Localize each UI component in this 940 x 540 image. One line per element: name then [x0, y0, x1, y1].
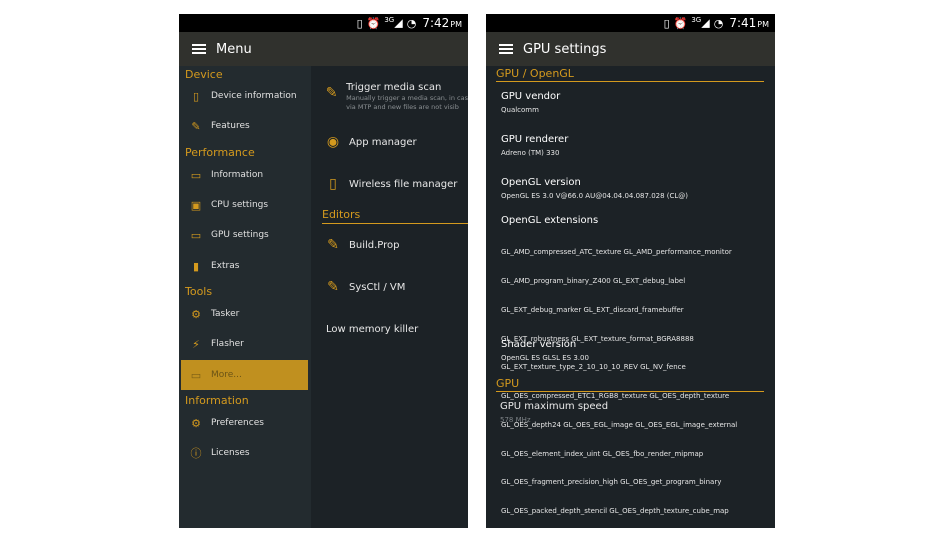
list-item-sysctl-vm[interactable]: ✎ SysCtl / VM	[311, 279, 468, 295]
extension-line: GL_OES_depth24 GL_OES_EGL_image GL_OES_E…	[501, 420, 738, 429]
shader-version-value: OpenGL ES GLSL ES 3.00	[501, 354, 589, 362]
drawer-section-information: Information	[185, 394, 249, 407]
navigation-drawer: Device ▯ Device information ✎ Features P…	[179, 66, 311, 528]
gpu-max-speed-value: 578 MHz	[500, 416, 531, 424]
more-tools-list: ✎ Trigger media scan Manually trigger a …	[311, 66, 468, 528]
list-item-wireless-file-manager[interactable]: ▯ Wireless file manager	[311, 176, 468, 192]
list-item-app-manager[interactable]: ◉ App manager	[311, 134, 468, 150]
drawer-item-extras[interactable]: ▮ Extras	[179, 252, 311, 280]
extension-line: GL_OES_fragment_precision_high GL_OES_ge…	[501, 478, 722, 487]
drawer-section-device: Device	[185, 68, 223, 81]
drawer-item-gpu-settings[interactable]: ▭ GPU settings	[179, 221, 311, 249]
section-header-editors: Editors	[322, 208, 361, 221]
drawer-item-flasher[interactable]: ⚡ Flasher	[179, 330, 311, 358]
status-time: 7:41PM	[729, 16, 769, 30]
drawer-item-tasker[interactable]: ⚙ Tasker	[179, 300, 311, 328]
drawer-item-licenses[interactable]: ⓘ Licenses	[179, 439, 311, 467]
section-divider	[496, 391, 764, 392]
extension-line: GL_OES_packed_depth_stencil GL_OES_depth…	[501, 507, 729, 516]
status-bar: ▯ ⏰ 3G◢ ◔ 7:42PM	[179, 14, 468, 32]
phone-icon: ▯	[329, 176, 337, 192]
shader-version-title: Shader version	[501, 339, 577, 350]
vibrate-icon: ▯	[663, 16, 670, 30]
section-divider	[322, 223, 468, 224]
gpu-max-speed-item[interactable]: GPU maximum speed	[500, 401, 608, 412]
media-scan-icon: ✎	[325, 85, 338, 101]
edit-icon: ✎	[327, 237, 339, 253]
section-header-gpu-opengl: GPU / OpenGL	[496, 67, 574, 80]
drawer-section-performance: Performance	[185, 146, 255, 159]
status-time: 7:42PM	[422, 16, 462, 30]
signal-icon: 3G◢	[384, 16, 403, 30]
vibrate-icon: ▯	[356, 16, 363, 30]
drawer-item-information[interactable]: ▭ Information	[179, 161, 311, 189]
hamburger-menu-icon[interactable]	[499, 44, 513, 54]
opengl-version-value: OpenGL ES 3.0 V@66.0 AU@04.04.04.087.028…	[501, 192, 689, 200]
list-item-trigger-media-scan[interactable]: ✎ Trigger media scan Manually trigger a …	[311, 82, 468, 111]
right-phone-screen: ▯ ⏰ 3G◢ ◔ 7:41PM GPU settings GPU / Open…	[486, 14, 775, 528]
gpu-renderer-value: Adreno (TM) 330	[501, 149, 560, 157]
phone-icon: ▯	[192, 89, 200, 103]
info-screen-icon: ▭	[190, 168, 202, 182]
more-icon: ▭	[190, 368, 202, 382]
gear-icon: ⚙	[191, 416, 201, 430]
battery-status-icon: ◔	[713, 16, 724, 30]
app-toolbar: Menu	[179, 32, 468, 66]
drawer-item-more[interactable]: ▭ More...	[181, 360, 308, 390]
opengl-extensions-title: OpenGL extensions	[501, 215, 599, 226]
drawer-item-preferences[interactable]: ⚙ Preferences	[179, 409, 311, 437]
status-bar: ▯ ⏰ 3G◢ ◔ 7:41PM	[486, 14, 775, 32]
app-toolbar: GPU settings	[486, 32, 775, 66]
gpu-vendor-value: Qualcomm	[501, 106, 539, 114]
edit-icon: ✎	[327, 279, 339, 295]
alarm-icon: ⏰	[366, 16, 381, 30]
android-icon: ◉	[326, 134, 340, 150]
hamburger-menu-icon[interactable]	[192, 44, 206, 54]
left-phone-screen: ▯ ⏰ 3G◢ ◔ 7:42PM Menu Device ▯ Device in…	[179, 14, 468, 528]
signal-icon: 3G◢	[691, 16, 710, 30]
list-item-low-memory-killer[interactable]: Low memory killer	[311, 324, 467, 335]
extension-line: GL_OES_element_index_uint GL_OES_fbo_ren…	[501, 449, 704, 458]
drawer-item-features[interactable]: ✎ Features	[179, 112, 311, 140]
gpu-vendor-title: GPU vendor	[501, 91, 561, 102]
toolbar-title: Menu	[216, 41, 252, 57]
flash-icon: ⚡	[192, 337, 200, 351]
extension-line: GL_EXT_debug_marker GL_EXT_discard_frame…	[501, 305, 684, 314]
monitor-icon: ▭	[190, 228, 202, 242]
opengl-extensions-list: GL_AMD_compressed_ATC_texture GL_AMD_per…	[501, 229, 737, 528]
drawer-item-cpu-settings[interactable]: ▣ CPU settings	[179, 191, 311, 219]
features-icon: ✎	[191, 119, 201, 133]
info-icon: ⓘ	[190, 447, 202, 460]
gears-icon: ⚙	[191, 307, 201, 321]
gpu-renderer-title: GPU renderer	[501, 134, 569, 145]
opengl-version-title: OpenGL version	[501, 177, 581, 188]
section-header-gpu: GPU	[496, 377, 520, 390]
battery-status-icon: ◔	[406, 16, 417, 30]
section-divider	[496, 81, 764, 82]
list-item-build-prop[interactable]: ✎ Build.Prop	[311, 237, 468, 253]
extension-line: GL_AMD_program_binary_Z400 GL_EXT_debug_…	[501, 276, 686, 285]
extension-line: GL_EXT_texture_type_2_10_10_10_REV GL_NV…	[501, 363, 686, 372]
cpu-icon: ▣	[190, 198, 202, 212]
battery-icon: ▮	[192, 259, 200, 273]
drawer-section-tools: Tools	[185, 285, 213, 298]
extension-line: GL_AMD_compressed_ATC_texture GL_AMD_per…	[501, 248, 732, 257]
alarm-icon: ⏰	[673, 16, 688, 30]
toolbar-title: GPU settings	[523, 41, 607, 57]
drawer-item-device-information[interactable]: ▯ Device information	[179, 82, 311, 110]
